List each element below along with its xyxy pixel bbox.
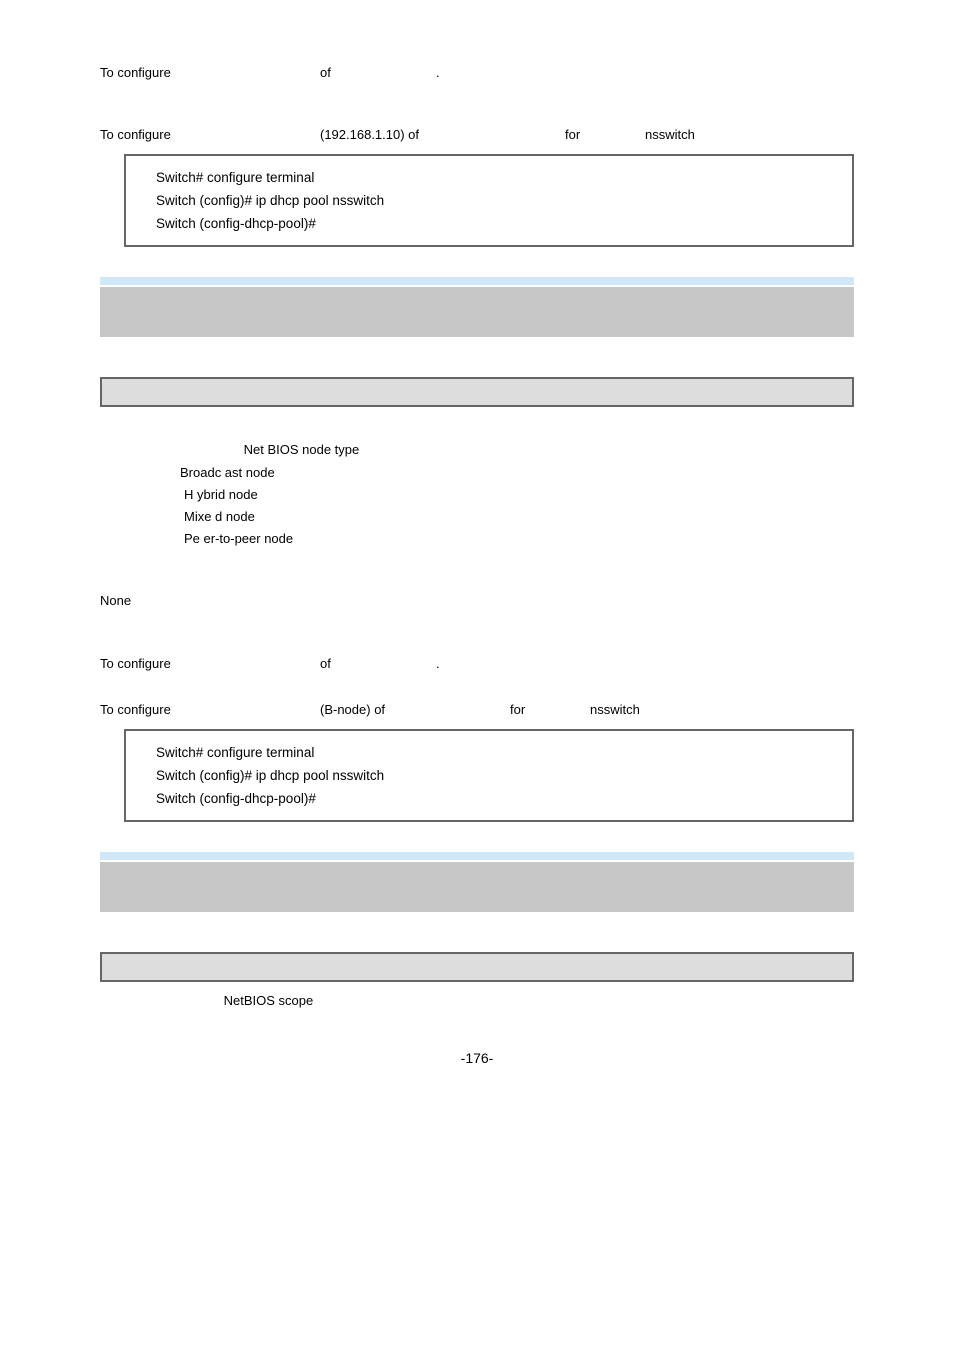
text: for xyxy=(565,126,645,144)
code-block-2: Switch# configure terminal Switch (confi… xyxy=(124,729,854,822)
node-hybrid: H ybrid node xyxy=(100,486,854,504)
node-broadcast: Broadc ast node xyxy=(100,464,854,482)
text: . xyxy=(436,655,440,673)
config-line-2: To configure (192.168.1.10) of for nsswi… xyxy=(100,126,854,144)
node-type-label: Net BIOS node type xyxy=(100,441,854,459)
syntax-box-2 xyxy=(100,952,854,982)
text: To configure xyxy=(100,126,320,144)
section-header-1 xyxy=(100,287,854,337)
page-number: -176- xyxy=(100,1050,854,1066)
text: (192.168.1.10) of xyxy=(320,126,565,144)
code-line: Switch (config)# ip dhcp pool nsswitch xyxy=(156,189,822,212)
config-line-1: To configure of . xyxy=(100,64,854,82)
code-line: Switch# configure terminal xyxy=(156,166,822,189)
syntax-box-1 xyxy=(100,377,854,407)
text: of xyxy=(320,655,436,673)
text: To configure xyxy=(100,655,320,673)
text: To configure xyxy=(100,701,320,719)
code-line: Switch (config-dhcp-pool)# xyxy=(156,787,822,810)
config-line-3: To configure of . xyxy=(100,655,854,673)
text: of xyxy=(320,64,436,82)
config-line-4: To configure (B-node) of for nsswitch xyxy=(100,701,854,719)
text: for xyxy=(510,701,590,719)
text: To configure xyxy=(100,64,320,82)
text: nsswitch xyxy=(645,126,695,144)
code-line: Switch (config-dhcp-pool)# xyxy=(156,212,822,235)
none-text: None xyxy=(100,592,854,610)
text: (B-node) of xyxy=(320,701,510,719)
text: Net BIOS node type xyxy=(244,442,360,457)
section-header-2 xyxy=(100,862,854,912)
text: . xyxy=(436,64,440,82)
code-line: Switch# configure terminal xyxy=(156,741,822,764)
node-mixed: Mixe d node xyxy=(100,508,854,526)
code-block-1: Switch# configure terminal Switch (confi… xyxy=(124,154,854,247)
text: nsswitch xyxy=(590,701,640,719)
code-line: Switch (config)# ip dhcp pool nsswitch xyxy=(156,764,822,787)
node-peer: Pe er-to-peer node xyxy=(100,530,854,548)
scope-label: NetBIOS scope xyxy=(224,993,314,1008)
scope-label-row: NetBIOS scope xyxy=(100,992,854,1010)
